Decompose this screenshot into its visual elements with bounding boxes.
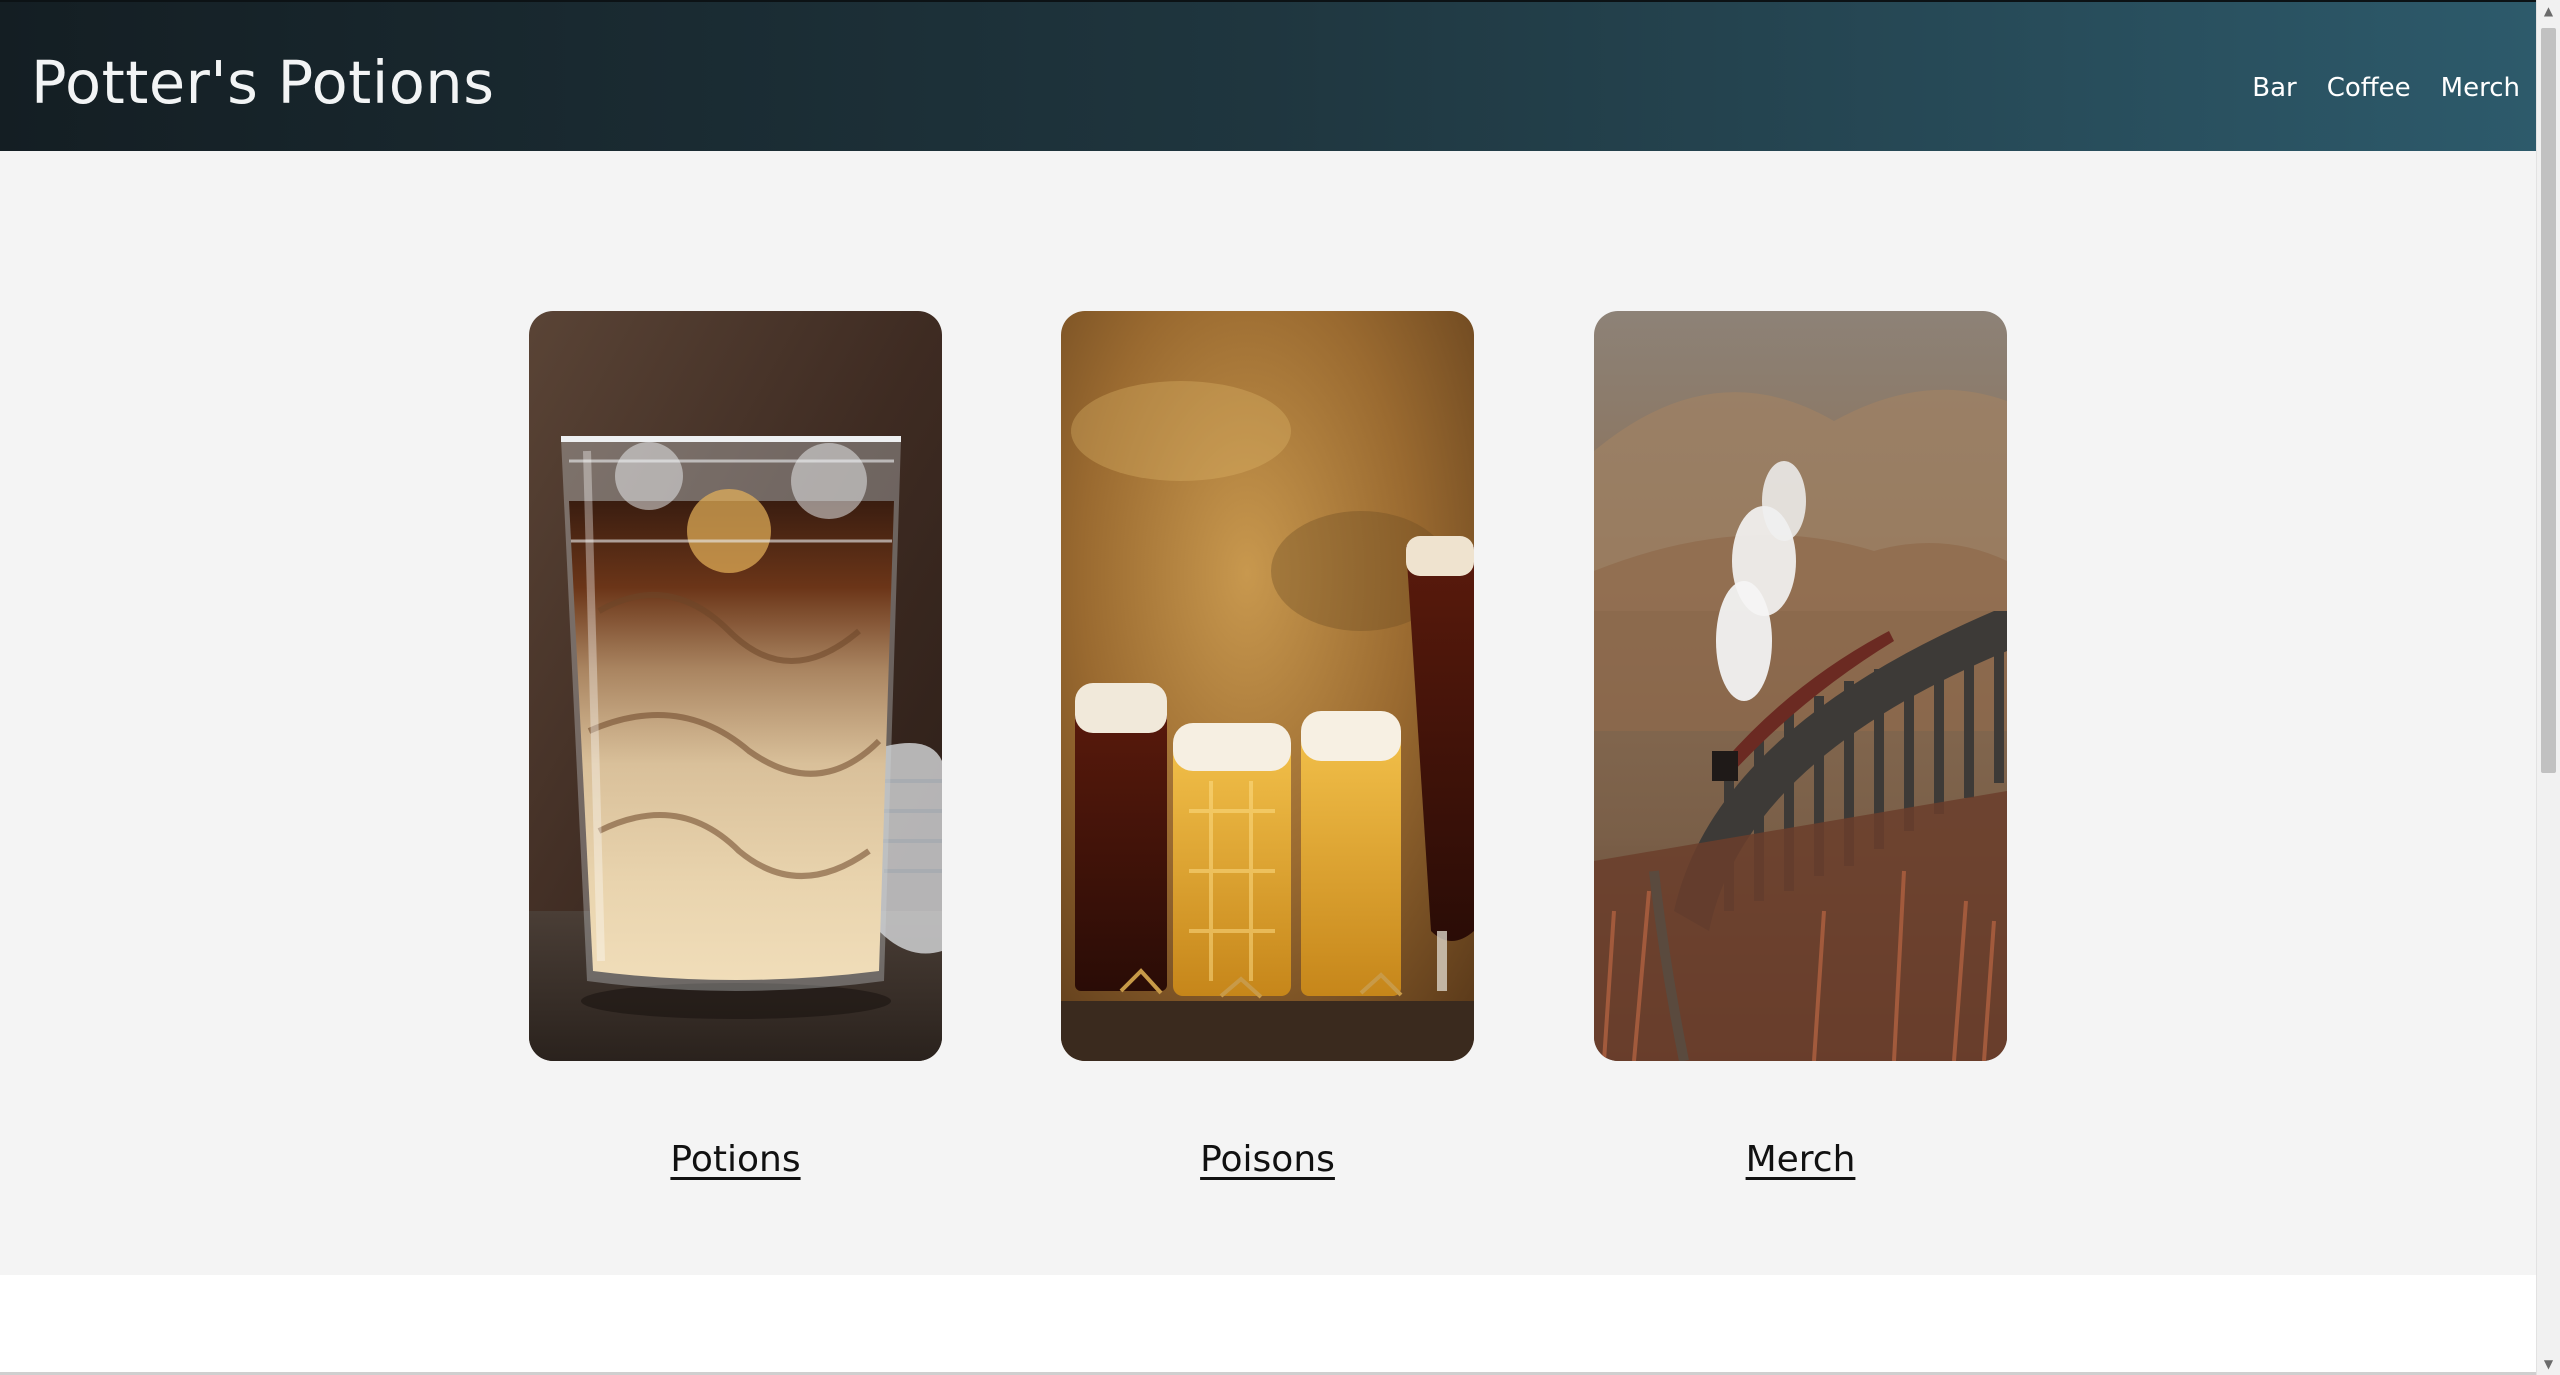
card-poisons: Poisons (1061, 311, 1474, 1180)
nav-link-bar[interactable]: Bar (2252, 70, 2296, 106)
card-merch: Merch (1594, 311, 2007, 1180)
merch-image[interactable] (1594, 311, 2007, 1061)
main-content: Potions Poisons Merch (0, 151, 2536, 1275)
poisons-image[interactable] (1061, 311, 1474, 1061)
card-potions: Potions (529, 311, 942, 1180)
potions-image[interactable] (529, 311, 942, 1061)
nav-link-merch[interactable]: Merch (2441, 70, 2520, 106)
merch-link[interactable]: Merch (1594, 1137, 2007, 1183)
poisons-link[interactable]: Poisons (1061, 1137, 1474, 1183)
potions-link[interactable]: Potions (529, 1137, 942, 1183)
site-title[interactable]: Potter's Potions (31, 47, 494, 119)
site-header: Potter's Potions Bar Coffee Merch (0, 0, 2536, 151)
vertical-scrollbar[interactable]: ▲ ▼ (2536, 0, 2560, 1375)
main-nav: Bar Coffee Merch (2252, 70, 2520, 106)
scroll-up-icon[interactable]: ▲ (2537, 0, 2560, 22)
scrollbar-thumb[interactable] (2541, 28, 2556, 773)
nav-link-coffee[interactable]: Coffee (2327, 70, 2411, 106)
scroll-down-icon[interactable]: ▼ (2537, 1353, 2560, 1375)
